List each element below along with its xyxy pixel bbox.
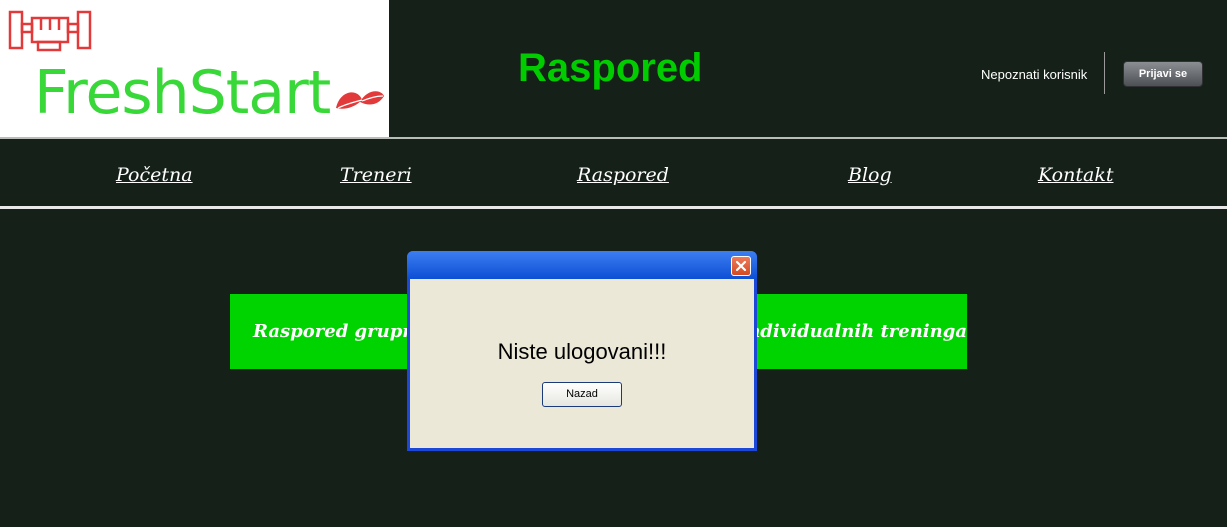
- main-nav: Početna Treneri Raspored Blog Kontakt: [0, 139, 1227, 207]
- individual-schedule-label: Raspored individualnih treninga: [757, 321, 967, 342]
- logo-text: FreshStart: [34, 58, 331, 128]
- nav-item-kontakt[interactable]: Kontakt: [1038, 164, 1113, 186]
- logo[interactable]: FreshStart: [0, 0, 389, 137]
- group-schedule-button[interactable]: Raspored grupnih treninga: [230, 294, 410, 369]
- user-label: Nepoznati korisnik: [981, 67, 1088, 82]
- back-button[interactable]: Nazad: [542, 382, 622, 407]
- header: FreshStart Raspored Nepoznati korisnik P…: [0, 0, 1227, 137]
- nav-rule: [0, 206, 1227, 209]
- page-title: Raspored: [518, 46, 703, 90]
- login-button[interactable]: Prijavi se: [1123, 61, 1203, 87]
- dialog-body: Niste ulogovani!!! Nazad: [410, 279, 754, 448]
- dialog-message: Niste ulogovani!!!: [497, 339, 667, 364]
- nav-item-treneri[interactable]: Treneri: [340, 164, 412, 186]
- leaf-icon: [336, 91, 384, 109]
- group-schedule-label: Raspored grupnih treninga: [253, 321, 410, 342]
- header-divider: [1104, 52, 1105, 94]
- dialog-titlebar[interactable]: [407, 251, 757, 279]
- alert-dialog: Niste ulogovani!!! Nazad: [407, 251, 757, 451]
- fist-logo-icon: [8, 10, 92, 52]
- close-button[interactable]: [731, 256, 751, 276]
- nav-item-raspored[interactable]: Raspored: [577, 164, 669, 186]
- individual-schedule-button[interactable]: Raspored individualnih treninga: [757, 294, 967, 369]
- close-icon: [735, 260, 747, 272]
- nav-item-blog[interactable]: Blog: [848, 164, 892, 186]
- nav-item-pocetna[interactable]: Početna: [116, 164, 193, 186]
